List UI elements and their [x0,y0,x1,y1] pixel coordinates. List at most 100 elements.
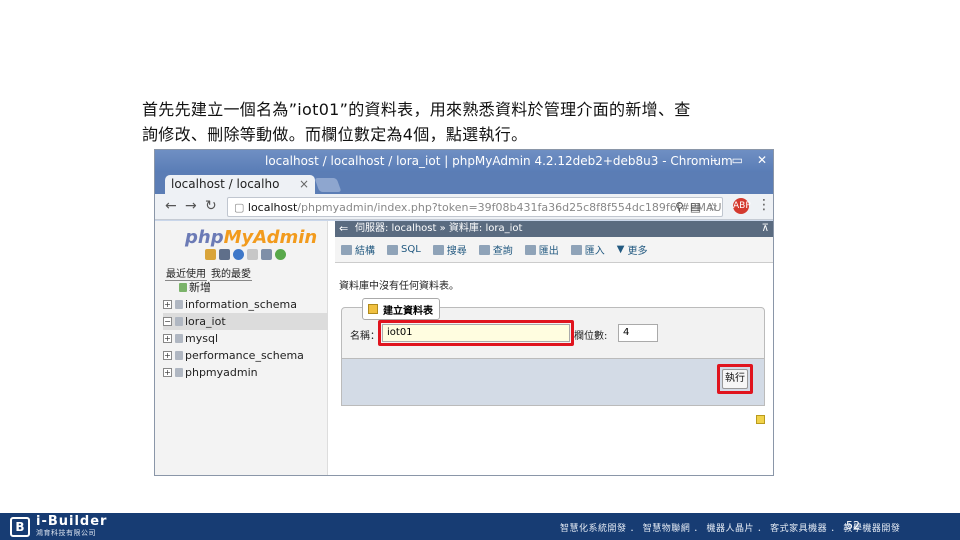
back-arrow-icon[interactable]: ⇐ [339,221,348,237]
export-icon [524,244,536,255]
slide: 首先先建立一個名為”iot01”的資料表，用來熟悉資料於管理介面的新增、查 詢修… [0,0,960,540]
maximize-icon[interactable]: ▭ [732,153,743,167]
database-tree: 新增 + information_schema − lora_iot + mysql … [163,279,328,381]
logout-icon[interactable] [219,249,230,260]
reload-nav-icon[interactable] [275,249,286,260]
expand-icon[interactable]: + [163,334,172,343]
navigation-panel: phpMyAdmin 最近使用 我的最愛 新增 + information_sch… [155,221,328,475]
caption-line-2: 詢修改、刪除等動做。而欄位數定為4個，點選執行。 [142,125,528,144]
db-item-label: performance_schema [185,349,304,362]
name-highlight-box [378,320,574,346]
go-highlight-box [717,364,753,394]
tab-structure[interactable]: 結構 [341,242,375,257]
query-icon [478,244,490,255]
create-table-legend: 建立資料表 [362,298,440,320]
window-title: localhost / localhost / lora_iot | phpMy… [265,154,733,168]
tab-label: SQL [401,244,421,255]
create-table-fieldset: 建立資料表 名稱： iot01 欄位數: 4 [341,298,765,359]
expand-icon[interactable]: + [163,351,172,360]
db-item-lora-iot[interactable]: − lora_iot [163,313,328,330]
settings-icon[interactable] [261,249,272,260]
pin-icon[interactable]: ⚲ [675,200,684,214]
collapse-icon[interactable]: − [163,317,172,326]
db-item-label: 新增 [189,281,211,294]
back-arrow-icon[interactable]: ← [165,198,177,214]
docs-icon[interactable] [247,249,258,260]
new-tab-button[interactable] [314,178,342,192]
tab-import[interactable]: 匯入 [570,242,605,257]
new-db-icon [179,283,187,292]
page-icon: ▢ [234,201,248,214]
db-item-mysql[interactable]: + mysql [163,330,328,347]
logo-icon-row [205,249,286,260]
db-item-phpmyadmin[interactable]: + phpmyadmin [163,364,328,381]
database-icon [175,317,183,326]
menu-dots-icon[interactable]: ⋮ [757,197,771,213]
breadcrumb-text[interactable]: 伺服器: localhost » 資料庫: lora_iot [355,223,522,234]
expand-icon[interactable]: + [163,300,172,309]
browser-toolbar: ← → ↻ ▢ localhost/phpmyadmin/index.php?t… [155,194,773,220]
url-path: /phpmyadmin/index.php?token=39f08b431fa3… [297,201,723,214]
tab-more[interactable]: ▼ 更多 [617,242,648,257]
company-brand: B i-Builder 鴻育科技有限公司 [10,514,108,538]
empty-database-message: 資料庫中沒有任何資料表。 [339,281,459,292]
ibuilder-logo-icon: B [10,517,30,537]
forward-arrow-icon[interactable]: → [185,198,197,214]
tab-query[interactable]: 查詢 [478,242,513,257]
window-titlebar: localhost / localhost / lora_iot | phpMy… [155,150,773,172]
dropdown-triangle-icon: ▼ [616,244,625,255]
address-bar[interactable]: ▢ localhost/phpmyadmin/index.php?token=3… [227,197,723,217]
phpmyadmin-page: phpMyAdmin 最近使用 我的最愛 新增 + information_sch… [155,221,773,475]
browser-tab[interactable]: localhost / localho × [165,175,315,194]
brand-subtitle: 鴻育科技有限公司 [36,529,96,537]
db-item-label: information_schema [185,298,297,311]
db-item-performance-schema[interactable]: + performance_schema [163,347,328,364]
name-label: 名稱： [350,331,380,342]
logo-php-text: php [185,227,224,248]
tab-label: 更多 [627,246,648,257]
database-icon [175,368,183,377]
tab-search[interactable]: 搜尋 [432,242,467,257]
db-item-label: lora_iot [185,315,226,328]
database-icon [175,300,183,309]
reload-icon[interactable]: ↻ [205,198,217,214]
breadcrumb: ⇐ 伺服器: localhost » 資料庫: lora_iot ⊼ [335,221,773,237]
db-item-label: phpmyadmin [185,366,258,379]
slide-footer: B i-Builder 鴻育科技有限公司 智慧化系統開發 ． 智慧物聯網 ． 機… [0,513,960,540]
console-icon[interactable] [756,415,765,424]
db-item-information-schema[interactable]: + information_schema [163,296,328,313]
phpmyadmin-logo[interactable]: phpMyAdmin [185,227,317,248]
translate-icon[interactable]: ▤ [690,200,701,214]
db-item-new[interactable]: 新增 [163,279,328,296]
sql-icon [387,244,398,255]
tab-close-icon[interactable]: × [299,177,309,191]
brand-name: i-Builder [36,514,108,529]
logo-myadmin-text: MyAdmin [223,227,318,248]
db-tabs: 結構 SQL 搜尋 查詢 匯出 匯入 ▼ 更多 [335,237,773,263]
address-bar-icons: ⚲ ▤ ☆ [675,200,718,214]
tab-sql[interactable]: SQL [387,244,421,255]
import-icon [570,244,582,255]
new-table-icon [368,304,378,314]
bookmark-star-icon[interactable]: ☆ [707,200,718,214]
page-number: 52 [846,519,860,532]
tab-label: 匯出 [538,246,559,257]
extension-icon[interactable]: ABP [733,198,751,214]
legend-text: 建立資料表 [383,306,433,317]
help-icon[interactable] [233,249,244,260]
column-count-input[interactable]: 4 [618,324,658,342]
collapse-panel-icon[interactable]: ⊼ [762,221,769,237]
url-host: localhost [247,201,298,214]
form-action-bar: 執行 [341,359,765,406]
tab-label: 搜尋 [446,246,467,257]
database-icon [175,334,183,343]
home-icon[interactable] [205,249,216,260]
tab-label: 查詢 [492,246,513,257]
caption-line-1: 首先先建立一個名為”iot01”的資料表，用來熟悉資料於管理介面的新增、查 [142,100,691,119]
expand-icon[interactable]: + [163,368,172,377]
close-icon[interactable]: ✕ [757,153,767,167]
tab-export[interactable]: 匯出 [524,242,559,257]
tab-label: 結構 [355,246,375,257]
minimize-icon[interactable]: – [712,153,718,167]
slide-caption: 首先先建立一個名為”iot01”的資料表，用來熟悉資料於管理介面的新增、查 詢修… [142,97,822,147]
